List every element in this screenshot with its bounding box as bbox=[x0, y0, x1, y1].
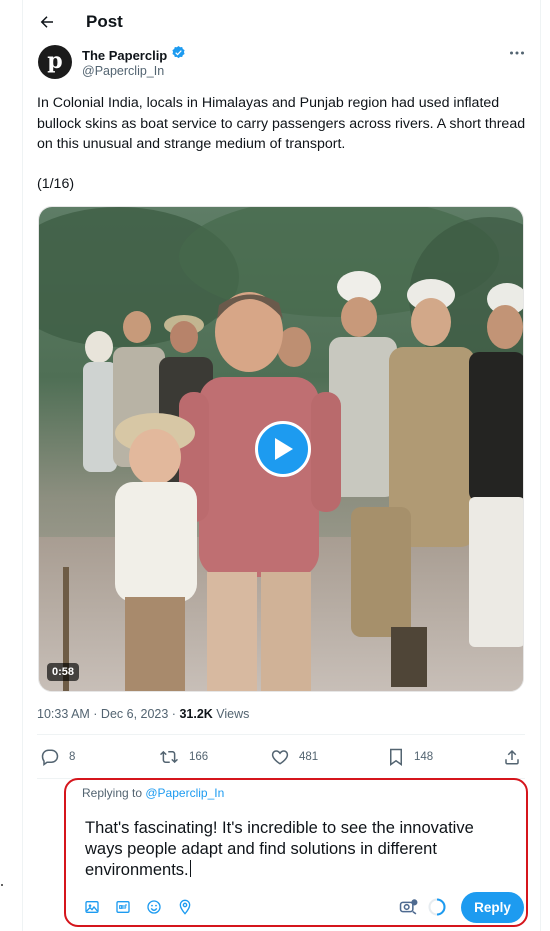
replying-to-label: Replying to bbox=[82, 786, 146, 800]
text-cursor bbox=[189, 860, 191, 877]
share-action[interactable] bbox=[503, 748, 521, 766]
timeline-border-left bbox=[22, 0, 23, 931]
tweet-meta: 10:33 AM · Dec 6, 2023 · 31.2K Views bbox=[37, 707, 249, 721]
replying-to-handle[interactable]: @Paperclip_In bbox=[145, 786, 224, 800]
stray-dot bbox=[1, 884, 3, 886]
divider bbox=[37, 734, 525, 735]
thread-count: (1/16) bbox=[37, 176, 75, 192]
views-label: Views bbox=[212, 707, 250, 721]
bookmark-icon bbox=[390, 748, 402, 766]
reply-input[interactable]: That's fascinating! It's incredible to s… bbox=[85, 818, 515, 881]
tweet-timestamp[interactable]: 10:33 AM · Dec 6, 2023 · bbox=[37, 707, 179, 721]
grammar-icon[interactable] bbox=[398, 897, 420, 917]
verified-badge-icon bbox=[171, 45, 186, 65]
timeline-border-right bbox=[540, 0, 541, 931]
author-name-row: The Paperclip bbox=[82, 45, 186, 65]
like-action[interactable]: 481 bbox=[271, 748, 318, 766]
repost-count: 166 bbox=[189, 751, 209, 763]
tweet-text: In Colonial India, locals in Himalayas a… bbox=[37, 95, 526, 152]
location-icon[interactable] bbox=[175, 897, 195, 917]
more-icon[interactable] bbox=[506, 44, 528, 62]
view-count: 31.2K bbox=[179, 707, 213, 721]
like-count: 481 bbox=[299, 751, 319, 763]
back-arrow-icon[interactable] bbox=[36, 11, 58, 33]
reply-icon bbox=[41, 749, 59, 766]
image-icon[interactable] bbox=[82, 897, 102, 917]
page-title: Post bbox=[86, 12, 123, 31]
play-icon bbox=[275, 438, 293, 460]
author-handle[interactable]: @Paperclip_In bbox=[82, 64, 164, 78]
reply-count: 8 bbox=[69, 751, 76, 763]
share-icon bbox=[505, 749, 519, 765]
reply-input-text: That's fascinating! It's incredible to s… bbox=[85, 819, 474, 879]
page-header: Post bbox=[22, 0, 540, 44]
replying-to: Replying to @Paperclip_In bbox=[82, 786, 224, 800]
repost-action[interactable]: 166 bbox=[159, 748, 208, 766]
action-bar: 8 166 481 148 bbox=[37, 748, 525, 770]
video-player[interactable]: 0:58 bbox=[38, 206, 524, 692]
author-display-name[interactable]: The Paperclip bbox=[82, 48, 167, 63]
reply-button[interactable]: Reply bbox=[461, 892, 524, 923]
reply-action[interactable]: 8 bbox=[41, 748, 75, 766]
avatar[interactable]: p bbox=[38, 45, 72, 79]
repost-icon bbox=[160, 750, 178, 764]
emoji-icon[interactable] bbox=[144, 897, 164, 917]
play-button[interactable] bbox=[255, 421, 311, 477]
like-icon bbox=[271, 750, 289, 765]
bookmark-count: 148 bbox=[414, 751, 434, 763]
bookmark-action[interactable]: 148 bbox=[388, 748, 433, 766]
avatar-letter: p bbox=[47, 48, 63, 74]
progress-ring-icon bbox=[427, 897, 447, 917]
video-duration: 0:58 bbox=[47, 663, 80, 681]
gif-icon[interactable] bbox=[113, 897, 133, 917]
